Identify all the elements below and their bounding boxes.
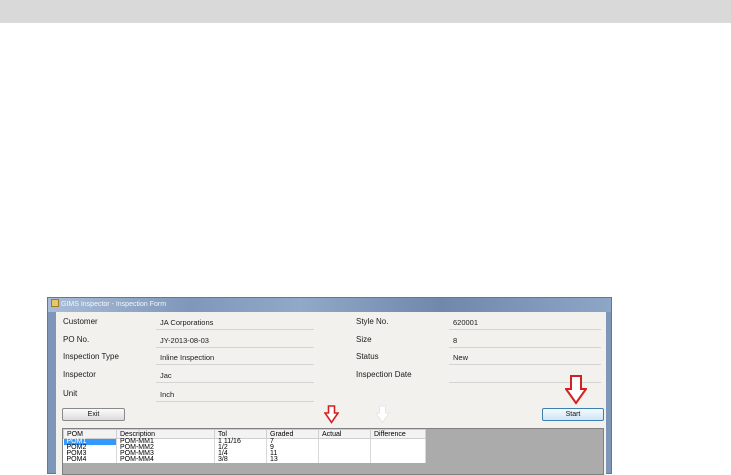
window-titlebar: GIMS Inspector - Inspection Form xyxy=(48,298,611,312)
size-value[interactable]: 8 xyxy=(453,336,457,345)
application-window: GIMS Inspector - Inspection Form Custome… xyxy=(47,297,612,475)
unit-value[interactable]: Inch xyxy=(160,390,174,399)
status-underline xyxy=(449,364,601,365)
po-no-label: PO No. xyxy=(63,335,90,344)
customer-underline xyxy=(156,329,314,330)
down-arrow-icon xyxy=(324,405,339,424)
style-no-value[interactable]: 620001 xyxy=(453,318,478,327)
start-button[interactable]: Start xyxy=(542,408,604,421)
customer-value[interactable]: JA Corporations xyxy=(160,318,213,327)
unit-label: Unit xyxy=(63,389,78,398)
style-no-label: Style No. xyxy=(356,317,389,326)
inspection-date-label: Inspection Date xyxy=(356,370,412,379)
inspector-underline xyxy=(156,382,314,383)
customer-label: Customer xyxy=(63,317,98,326)
down-arrow-icon xyxy=(375,405,390,424)
pom-table: POM Description Tol Graded Actual Differ… xyxy=(63,429,426,463)
status-value[interactable]: New xyxy=(453,353,468,362)
down-arrow-icon xyxy=(565,375,587,405)
exit-button[interactable]: Exit xyxy=(62,408,125,421)
inspector-label: Inspector xyxy=(63,370,96,379)
graded-cell[interactable]: 13 xyxy=(266,456,319,463)
tol-cell[interactable]: 3/8 xyxy=(214,456,267,463)
inspection-form: Customer JA Corporations PO No. JY-2013-… xyxy=(56,312,606,475)
window-title: GIMS Inspector - Inspection Form xyxy=(61,301,167,308)
pom-cell[interactable]: POM4 xyxy=(63,456,117,463)
size-underline xyxy=(449,347,601,348)
column-header-difference[interactable]: Difference xyxy=(370,429,426,439)
table-row[interactable]: POM4 POM-MM4 3/8 13 xyxy=(63,456,426,463)
inspector-value[interactable]: Jac xyxy=(160,371,172,380)
inspection-type-value[interactable]: Inline Inspection xyxy=(160,353,214,362)
actual-cell[interactable] xyxy=(318,457,371,463)
pom-grid[interactable]: POM Description Tol Graded Actual Differ… xyxy=(62,428,604,475)
inspection-type-label: Inspection Type xyxy=(63,352,119,361)
difference-cell[interactable] xyxy=(370,457,426,463)
po-no-underline xyxy=(156,347,314,348)
app-icon xyxy=(51,299,59,307)
inspection-type-underline xyxy=(156,364,314,365)
po-no-value[interactable]: JY-2013-08-03 xyxy=(160,336,209,345)
size-label: Size xyxy=(356,335,372,344)
column-header-actual[interactable]: Actual xyxy=(318,429,371,439)
description-cell[interactable]: POM-MM4 xyxy=(116,456,215,463)
unit-underline xyxy=(156,401,314,402)
top-band xyxy=(0,0,731,23)
column-header-graded[interactable]: Graded xyxy=(266,429,319,439)
status-label: Status xyxy=(356,352,379,361)
style-no-underline xyxy=(449,329,601,330)
